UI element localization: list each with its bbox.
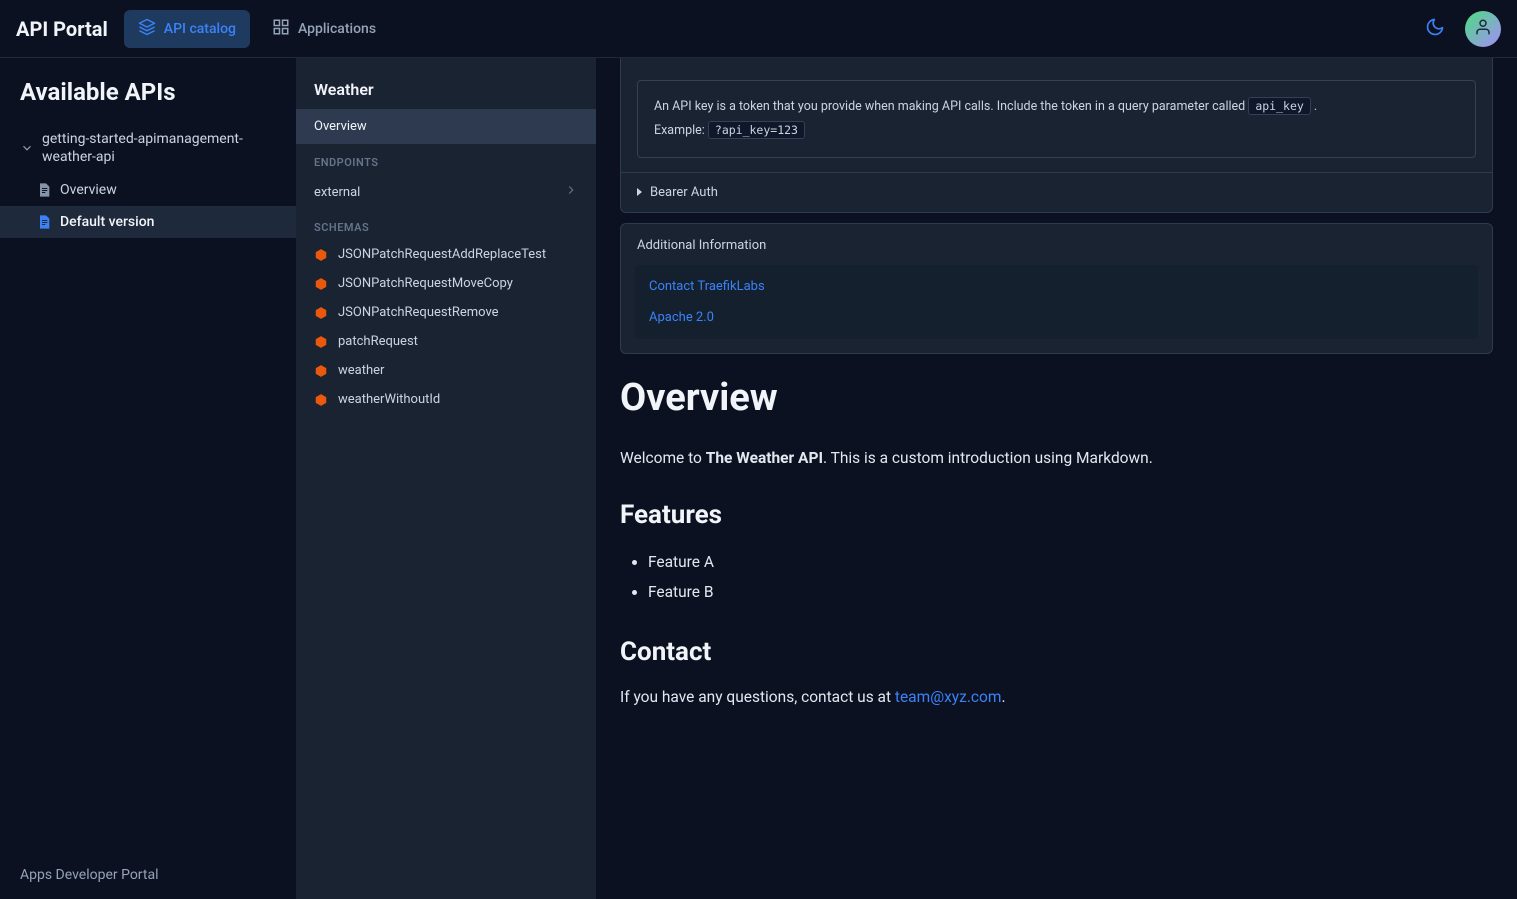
tree-label: getting-started-apimanagement-weather-ap… <box>42 130 276 166</box>
doc-body: Overview Welcome to The Weather API. Thi… <box>620 376 1493 710</box>
api-title: Weather <box>296 70 596 109</box>
theme-toggle-button[interactable] <box>1417 11 1453 47</box>
schema-label: weather <box>338 363 384 378</box>
grid-icon <box>272 18 290 40</box>
schema-item[interactable]: JSONPatchRequestAddReplaceTest <box>296 240 596 269</box>
file-icon <box>36 182 52 198</box>
nav-item-overview[interactable]: Overview <box>296 109 596 144</box>
apikey-text: An API key is a token that you provide w… <box>654 99 1248 114</box>
link-contact-traefiklabs[interactable]: Contact TraefikLabs <box>635 271 1478 302</box>
user-icon <box>1474 18 1492 40</box>
apikey-info: An API key is a token that you provide w… <box>637 80 1476 158</box>
sidebar-footer: Apps Developer Portal <box>0 851 296 899</box>
link-contact-email[interactable]: team@xyz.com <box>895 688 1002 706</box>
doc-intro: Welcome to The Weather API. This is a cu… <box>620 446 1493 471</box>
cube-icon <box>314 364 328 378</box>
schema-item[interactable]: weather <box>296 356 596 385</box>
nav-label: API catalog <box>164 21 236 37</box>
tree-item-default-version[interactable]: Default version <box>0 206 296 238</box>
cube-icon <box>314 248 328 262</box>
code-example: ?api_key=123 <box>708 121 805 139</box>
text: Welcome to <box>620 449 706 467</box>
layers-icon <box>138 18 156 40</box>
features-list: Feature A Feature B <box>620 548 1493 607</box>
chevron-right-icon <box>564 183 578 201</box>
schema-item[interactable]: weatherWithoutId <box>296 385 596 414</box>
schema-item[interactable]: patchRequest <box>296 327 596 356</box>
doc-h2-contact: Contact <box>620 637 1493 667</box>
cube-icon <box>314 306 328 320</box>
text: . <box>1314 99 1317 114</box>
cube-icon <box>314 277 328 291</box>
schema-label: JSONPatchRequestRemove <box>338 305 499 320</box>
sidebar-title: Available APIs <box>0 78 296 122</box>
user-avatar[interactable] <box>1465 11 1501 47</box>
doc-contact: If you have any questions, contact us at… <box>620 685 1493 710</box>
list-item: Feature B <box>648 578 1493 607</box>
text: If you have any questions, contact us at <box>620 688 895 706</box>
example-label: Example: <box>654 123 708 138</box>
additional-info-title: Additional Information <box>621 224 1492 257</box>
nav-api-catalog[interactable]: API catalog <box>124 10 250 48</box>
schema-label: weatherWithoutId <box>338 392 440 407</box>
nav-applications[interactable]: Applications <box>258 10 390 48</box>
text-bold: The Weather API <box>706 449 823 467</box>
main-content: An API key is a token that you provide w… <box>596 58 1517 899</box>
triangle-right-icon <box>637 188 642 196</box>
sidebar-apis: Available APIs getting-started-apimanage… <box>0 58 296 899</box>
text: . <box>1001 688 1005 706</box>
heading-endpoints: ENDPOINTS <box>296 144 596 175</box>
sidebar-api-nav: Weather Overview ENDPOINTS external SCHE… <box>296 58 596 899</box>
endpoint-external[interactable]: external <box>296 175 596 209</box>
schema-label: JSONPatchRequestMoveCopy <box>338 276 513 291</box>
schema-item[interactable]: JSONPatchRequestRemove <box>296 298 596 327</box>
additional-info-body: Contact TraefikLabs Apache 2.0 <box>635 265 1478 339</box>
cube-icon <box>314 393 328 407</box>
additional-info-card: Additional Information Contact TraefikLa… <box>620 223 1493 354</box>
heading-schemas: SCHEMAS <box>296 209 596 240</box>
brand-title: API Portal <box>16 17 108 41</box>
endpoint-label: external <box>314 185 360 200</box>
code-api-key: api_key <box>1248 97 1310 115</box>
tree-label: Default version <box>60 214 154 230</box>
bearer-label: Bearer Auth <box>650 185 718 200</box>
link-apache-license[interactable]: Apache 2.0 <box>635 302 1478 333</box>
cube-icon <box>314 335 328 349</box>
nav-label: Applications <box>298 21 376 37</box>
auth-card: An API key is a token that you provide w… <box>620 58 1493 213</box>
moon-icon <box>1425 17 1445 41</box>
doc-h1-overview: Overview <box>620 376 1493 420</box>
tree-root-weather-api[interactable]: getting-started-apimanagement-weather-ap… <box>0 122 296 174</box>
schema-item[interactable]: JSONPatchRequestMoveCopy <box>296 269 596 298</box>
text: . This is a custom introduction using Ma… <box>823 449 1153 467</box>
tree-label: Overview <box>60 182 117 198</box>
bearer-auth-toggle[interactable]: Bearer Auth <box>621 172 1492 212</box>
list-item: Feature A <box>648 548 1493 577</box>
chevron-down-icon <box>20 141 34 155</box>
schema-label: JSONPatchRequestAddReplaceTest <box>338 247 546 262</box>
tree-item-overview[interactable]: Overview <box>0 174 296 206</box>
schema-label: patchRequest <box>338 334 418 349</box>
app-header: API Portal API catalog Applications <box>0 0 1517 58</box>
doc-h2-features: Features <box>620 500 1493 530</box>
file-icon <box>36 214 52 230</box>
